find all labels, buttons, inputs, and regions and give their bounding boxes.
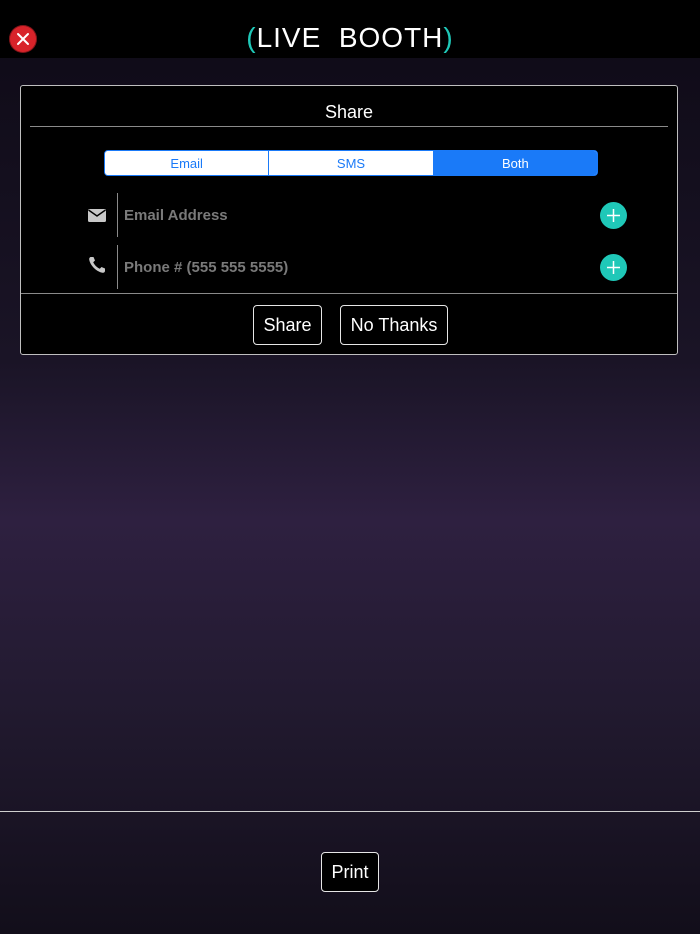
- title-open-paren: (: [246, 22, 257, 53]
- email-row: [21, 193, 677, 237]
- dialog-title: Share: [324, 102, 374, 122]
- share-button[interactable]: Share: [253, 305, 322, 345]
- email-field-separator: [117, 193, 118, 237]
- title-close-paren: ): [443, 22, 454, 53]
- app-title: (LIVE BOOTH): [0, 22, 700, 54]
- dialog-title-divider: [30, 126, 668, 127]
- tab-email[interactable]: Email: [105, 151, 270, 175]
- envelope-icon: [88, 209, 106, 222]
- phone-field-separator: [117, 245, 118, 289]
- title-text: LIVE BOOTH: [256, 22, 444, 53]
- tab-sms[interactable]: SMS: [269, 151, 434, 175]
- footer-divider: [0, 811, 700, 812]
- email-field[interactable]: [124, 203, 574, 227]
- plus-icon: [607, 261, 620, 274]
- add-email-button[interactable]: [600, 202, 627, 229]
- no-thanks-button[interactable]: No Thanks: [340, 305, 448, 345]
- phone-field[interactable]: [124, 255, 574, 279]
- share-dialog: Share Email SMS Both Share No: [20, 85, 678, 355]
- actions-divider: [21, 293, 677, 294]
- phone-icon: [89, 257, 105, 273]
- plus-icon: [607, 209, 620, 222]
- phone-row: [21, 245, 677, 289]
- share-method-segmented-control: Email SMS Both: [104, 150, 598, 176]
- top-bar: (LIVE BOOTH): [0, 0, 700, 58]
- add-phone-button[interactable]: [600, 254, 627, 281]
- tab-both[interactable]: Both: [433, 151, 597, 175]
- print-button[interactable]: Print: [321, 852, 379, 892]
